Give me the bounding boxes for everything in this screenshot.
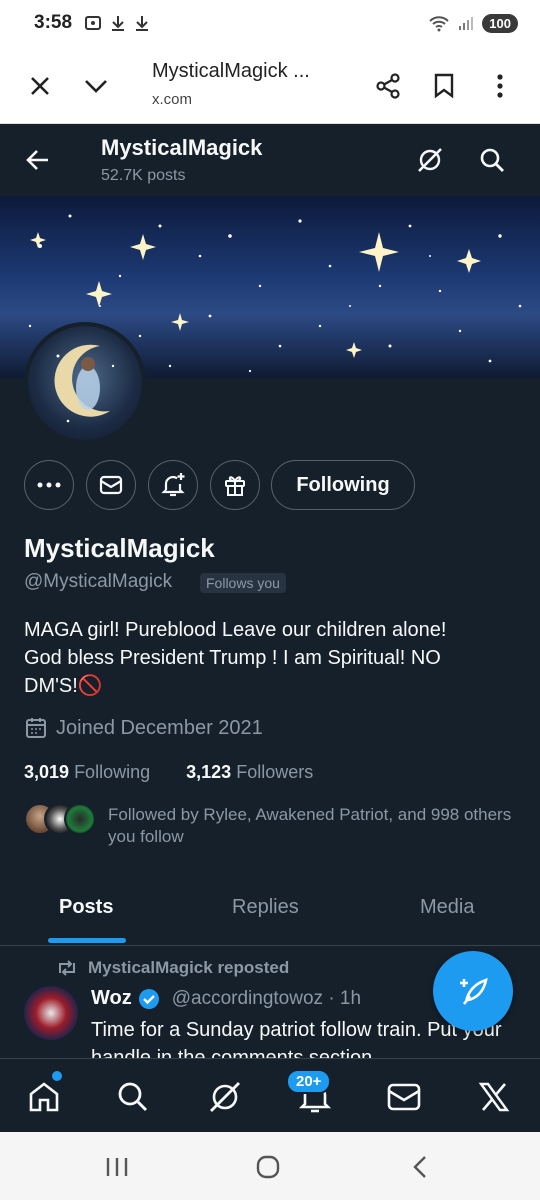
nav-x-premium[interactable] (472, 1075, 516, 1119)
following-label: Following (74, 762, 151, 782)
header-name: MysticalMagick (101, 135, 263, 160)
repost-icon (59, 960, 75, 976)
following-button[interactable]: Following (271, 460, 415, 510)
follow-counts: 3,019 Following 3,123 Followers (24, 762, 313, 783)
profile-avatar[interactable] (24, 322, 146, 444)
bio-line: God bless President Trump ! I am Spiritu… (24, 647, 441, 669)
bio-line: DM'S!🚫 (24, 675, 103, 697)
mail-icon (99, 475, 123, 495)
close-button[interactable] (20, 66, 60, 106)
calendar-icon (26, 718, 46, 738)
home-circle-icon (256, 1155, 280, 1179)
tweet-author-name[interactable]: Woz (91, 987, 132, 1010)
status-time: 3:58 (34, 12, 73, 33)
tab-posts[interactable]: Posts (59, 896, 113, 919)
bookmark-icon (434, 73, 454, 99)
followers-link[interactable]: 3,123 Followers (186, 762, 313, 782)
back-nav-button[interactable] (403, 1150, 437, 1184)
followers-label: Followers (236, 762, 314, 782)
search-button[interactable] (472, 140, 512, 180)
header-post-count: 52.7K posts (101, 167, 186, 184)
status-bar: 3:58 100 (0, 0, 540, 46)
grok-icon (210, 1082, 240, 1112)
avatar-image (54, 344, 115, 423)
compose-feather-icon (460, 978, 488, 1005)
share-button[interactable] (368, 66, 408, 106)
nav-grok[interactable] (203, 1075, 247, 1119)
browser-toolbar: MysticalMagick ... x.com (0, 46, 540, 124)
nav-messages[interactable] (382, 1075, 426, 1119)
mail-icon (387, 1083, 421, 1111)
avatar (64, 803, 96, 835)
joined-text: Joined December 2021 (56, 716, 263, 739)
profile-header: MysticalMagick 52.7K posts (0, 124, 540, 196)
tab-media[interactable]: Media (420, 896, 474, 919)
bottom-navigation: 20+ (0, 1058, 540, 1132)
bell-plus-icon (161, 473, 185, 497)
x-logo-icon (478, 1082, 510, 1112)
arrow-left-icon (26, 150, 48, 170)
followed-by-text[interactable]: Followed by Rylee, Awakened Patriot, and… (108, 804, 518, 848)
notifications-badge: 20+ (286, 1069, 332, 1094)
profile-handle: @MysticalMagick (24, 571, 173, 592)
grok-button[interactable] (410, 140, 450, 180)
followers-count: 3,123 (186, 762, 232, 782)
joined-date: Joined December 2021 (24, 716, 263, 740)
more-actions-button[interactable] (24, 460, 74, 510)
follows-you-badge: Follows you (200, 573, 286, 593)
screenshot-icon (85, 16, 102, 30)
repost-label: MysticalMagick reposted (56, 958, 289, 978)
download-icon (136, 16, 149, 31)
new-content-dot (52, 1071, 62, 1081)
page-url[interactable]: x.com (152, 91, 192, 108)
tweet-author-line: Woz @accordingtowoz · 1h (91, 987, 361, 1010)
profile-name: MysticalMagick (24, 533, 215, 563)
chevron-left-icon (413, 1156, 426, 1178)
active-tab-indicator (48, 938, 126, 943)
signal-icon (459, 17, 474, 30)
grok-icon (418, 148, 442, 172)
tab-replies[interactable]: Replies (232, 896, 299, 919)
followed-by-avatars[interactable] (24, 803, 96, 835)
repost-text[interactable]: MysticalMagick reposted (88, 958, 289, 978)
status-right: 100 (428, 13, 518, 33)
status-icons (84, 14, 150, 32)
nav-home[interactable] (22, 1075, 66, 1119)
close-icon (31, 77, 49, 95)
home-button[interactable] (251, 1150, 285, 1184)
nav-search[interactable] (111, 1075, 155, 1119)
share-icon (376, 73, 400, 99)
download-icon (112, 16, 125, 31)
wifi-icon (429, 16, 450, 32)
bio-line: MAGA girl! Pureblood Leave our children … (24, 619, 447, 641)
more-options-button[interactable] (480, 66, 520, 106)
search-icon (118, 1082, 148, 1112)
chevron-down-icon (85, 80, 107, 93)
following-count: 3,019 (24, 762, 70, 782)
following-link[interactable]: 3,019 Following (24, 762, 150, 782)
more-horizontal-icon (37, 482, 61, 488)
search-icon (480, 148, 504, 172)
gift-button[interactable] (210, 460, 260, 510)
collapse-button[interactable] (76, 66, 116, 106)
recent-apps-icon (106, 1158, 128, 1176)
gift-icon (225, 476, 245, 496)
battery-indicator: 100 (482, 13, 518, 33)
verified-badge-icon (138, 988, 159, 1009)
tweet-author-avatar[interactable] (24, 986, 78, 1040)
compose-post-button[interactable] (433, 951, 513, 1031)
system-navigation-bar (0, 1132, 540, 1200)
recent-apps-button[interactable] (100, 1150, 134, 1184)
message-button[interactable] (86, 460, 136, 510)
back-button[interactable] (18, 140, 58, 180)
profile-tabs: Posts Replies Media (0, 880, 540, 946)
page-title: MysticalMagick ... (152, 60, 310, 82)
notify-button[interactable] (148, 460, 198, 510)
more-vertical-icon (497, 74, 503, 98)
profile-bio: MAGA girl! Pureblood Leave our children … (24, 616, 519, 700)
home-icon (29, 1082, 59, 1112)
tweet-handle-time: @accordingtowoz · 1h (171, 987, 362, 1009)
bookmark-button[interactable] (424, 66, 464, 106)
